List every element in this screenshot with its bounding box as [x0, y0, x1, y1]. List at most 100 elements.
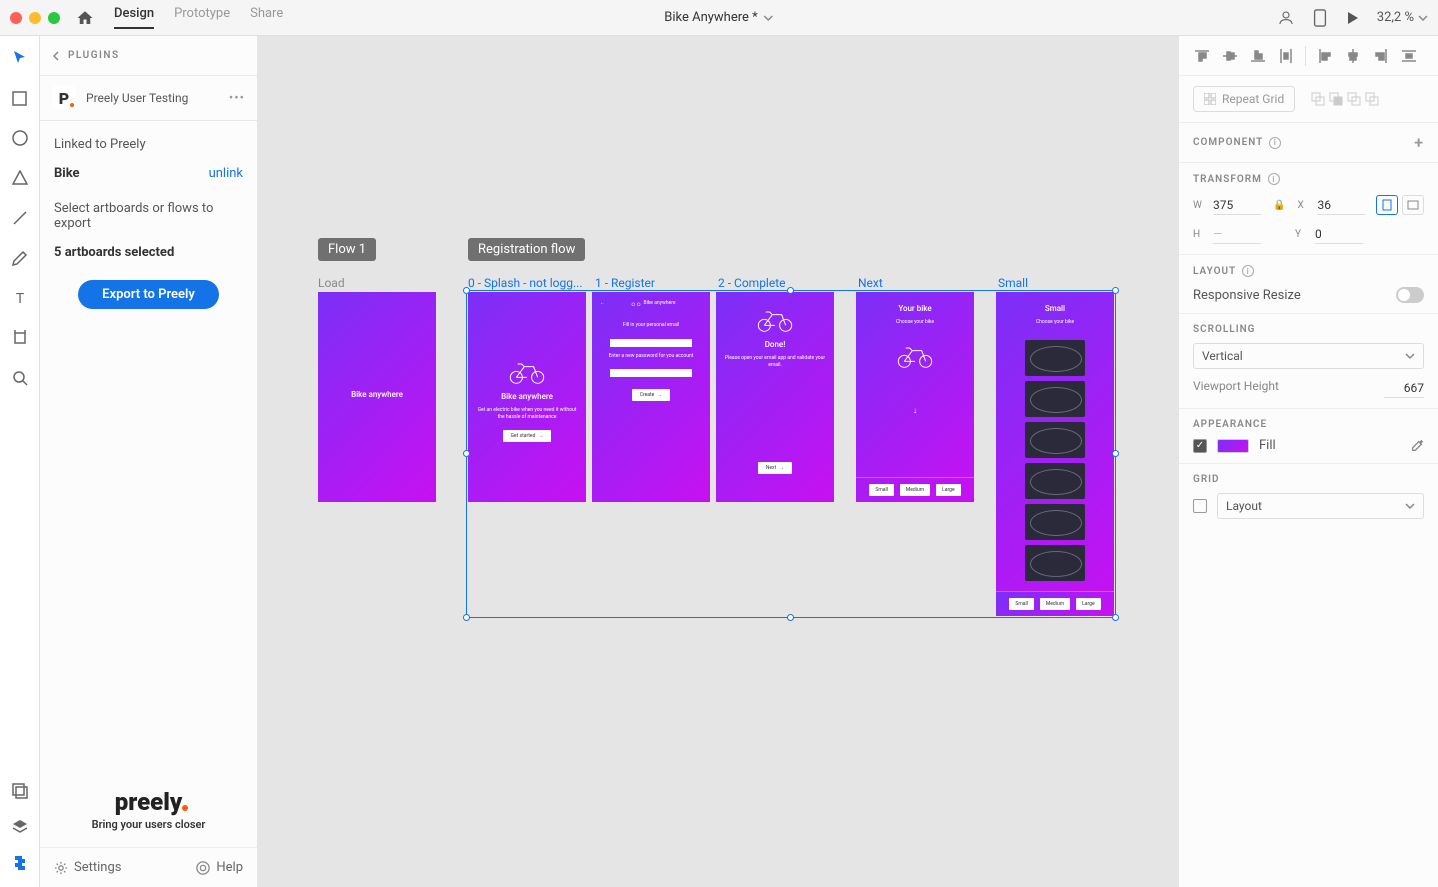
bool-exclude-icon[interactable] [1365, 92, 1379, 106]
selected-count: 5 artboards selected [54, 245, 243, 260]
preely-logo: preely [115, 788, 183, 816]
scrolling-label: SCROLLING [1193, 324, 1255, 335]
align-vcenter[interactable] [1217, 43, 1243, 69]
topbar-right: 32,2 % [1277, 9, 1428, 27]
mobile-preview-icon[interactable] [1313, 9, 1327, 27]
orientation-landscape[interactable] [1402, 195, 1424, 215]
artboard-load[interactable]: Bike anywhere [318, 292, 436, 502]
plugins-icon[interactable] [10, 853, 30, 873]
fill-swatch[interactable] [1217, 439, 1249, 453]
align-bottom[interactable] [1245, 43, 1271, 69]
text-tool[interactable]: T [10, 288, 30, 308]
flow-label-2[interactable]: Registration flow [468, 238, 585, 261]
x-input[interactable] [1317, 196, 1365, 215]
info-icon[interactable]: i [1268, 173, 1280, 185]
left-toolbar: T [0, 36, 40, 887]
plugin-body: Linked to Preely Bike unlink Select artb… [40, 121, 257, 325]
info-icon[interactable]: i [1269, 137, 1281, 149]
grid-type-select[interactable]: Layout [1217, 493, 1424, 519]
y-input[interactable] [1315, 225, 1363, 244]
right-panel: Repeat Grid COMPONENTi + TRANSFORMi W 🔒 … [1178, 36, 1438, 887]
avatar-icon[interactable] [1277, 9, 1295, 27]
h-label: H [1193, 229, 1205, 240]
lock-icon[interactable]: 🔒 [1273, 200, 1285, 211]
document-title-text: Bike Anywhere * [664, 10, 757, 25]
width-input[interactable] [1213, 196, 1261, 215]
zoom-control[interactable]: 32,2 % [1377, 10, 1428, 25]
home-icon[interactable] [76, 9, 94, 27]
tab-prototype[interactable]: Prototype [174, 6, 230, 29]
tab-design[interactable]: Design [114, 6, 154, 29]
layers-icon[interactable] [10, 817, 30, 837]
settings-button[interactable]: Settings [54, 860, 121, 875]
grid-checkbox[interactable] [1193, 499, 1207, 513]
orientation-portrait[interactable] [1376, 195, 1398, 215]
align-controls [1179, 36, 1438, 76]
zoom-tool[interactable] [10, 368, 30, 388]
artboard-name-small[interactable]: Small [998, 276, 1028, 290]
assets-icon[interactable] [10, 781, 30, 801]
polygon-tool[interactable] [10, 168, 30, 188]
document-title[interactable]: Bike Anywhere * [664, 10, 773, 25]
artboard-name-next[interactable]: Next [858, 276, 883, 290]
bool-add-icon[interactable] [1311, 92, 1325, 106]
tab-share[interactable]: Share [250, 6, 283, 29]
play-icon[interactable] [1345, 11, 1359, 25]
canvas[interactable]: Flow 1 Registration flow Load 0 - Splash… [258, 36, 1178, 887]
select-tool[interactable] [10, 48, 30, 68]
linked-project: Bike [54, 166, 80, 181]
eyedropper-icon[interactable] [1410, 439, 1424, 453]
chevron-left-icon [52, 51, 60, 61]
chevron-down-icon [1405, 351, 1415, 361]
align-hcenter[interactable] [1340, 43, 1366, 69]
bool-intersect-icon[interactable] [1347, 92, 1361, 106]
scroll-direction-select[interactable]: Vertical [1193, 343, 1424, 369]
fill-checkbox[interactable]: ✓ [1193, 439, 1207, 453]
unlink-button[interactable]: unlink [209, 166, 243, 181]
help-button[interactable]: Help [196, 860, 243, 875]
artboard-tool[interactable] [10, 328, 30, 348]
ellipse-tool[interactable] [10, 128, 30, 148]
bool-subtract-icon[interactable] [1329, 92, 1343, 106]
selection-outline [466, 290, 1116, 618]
close-window[interactable] [10, 12, 22, 24]
y-label: Y [1295, 229, 1307, 240]
align-top[interactable] [1189, 43, 1215, 69]
align-left[interactable] [1312, 43, 1338, 69]
left-panel: PLUGINS P Preely User Testing ••• Linked… [40, 36, 258, 887]
artboard-name-register[interactable]: 1 - Register [595, 276, 655, 290]
plugin-name: Preely User Testing [86, 91, 219, 105]
flow-label-1[interactable]: Flow 1 [318, 238, 376, 261]
height-input[interactable]: — [1213, 225, 1261, 244]
grid-label: GRID [1193, 474, 1220, 485]
chevron-down-icon [1418, 13, 1428, 23]
info-icon[interactable]: i [1242, 265, 1254, 277]
minimize-window[interactable] [29, 12, 41, 24]
artboard-name-complete[interactable]: 2 - Complete [718, 276, 786, 290]
scrolling-section: SCROLLING Vertical Viewport Height [1179, 314, 1438, 409]
align-right[interactable] [1368, 43, 1394, 69]
layout-label: LAYOUT [1193, 266, 1236, 277]
add-component-button[interactable]: + [1414, 133, 1424, 152]
artboard-name-splash[interactable]: 0 - Splash - not logg... [468, 276, 583, 290]
pen-tool[interactable] [10, 248, 30, 268]
chevron-down-icon [1405, 501, 1415, 511]
artboard-name-load[interactable]: Load [318, 276, 345, 290]
repeat-grid-button[interactable]: Repeat Grid [1193, 86, 1295, 112]
viewport-height-input[interactable] [1384, 379, 1424, 398]
responsive-label: Responsive Resize [1193, 288, 1301, 303]
maximize-window[interactable] [48, 12, 60, 24]
distribute-h[interactable] [1396, 43, 1422, 69]
help-label: Help [216, 860, 243, 875]
line-tool[interactable] [10, 208, 30, 228]
distribute-v[interactable] [1273, 43, 1299, 69]
repeat-grid-label: Repeat Grid [1222, 92, 1284, 106]
linked-label: Linked to Preely [54, 137, 243, 152]
plugins-header[interactable]: PLUGINS [40, 36, 257, 76]
plugin-more-menu[interactable]: ••• [229, 91, 245, 106]
rectangle-tool[interactable] [10, 88, 30, 108]
responsive-toggle[interactable] [1396, 287, 1424, 303]
grid-value: Layout [1226, 499, 1262, 513]
export-button[interactable]: Export to Preely [78, 280, 219, 309]
fill-label: Fill [1259, 438, 1276, 453]
